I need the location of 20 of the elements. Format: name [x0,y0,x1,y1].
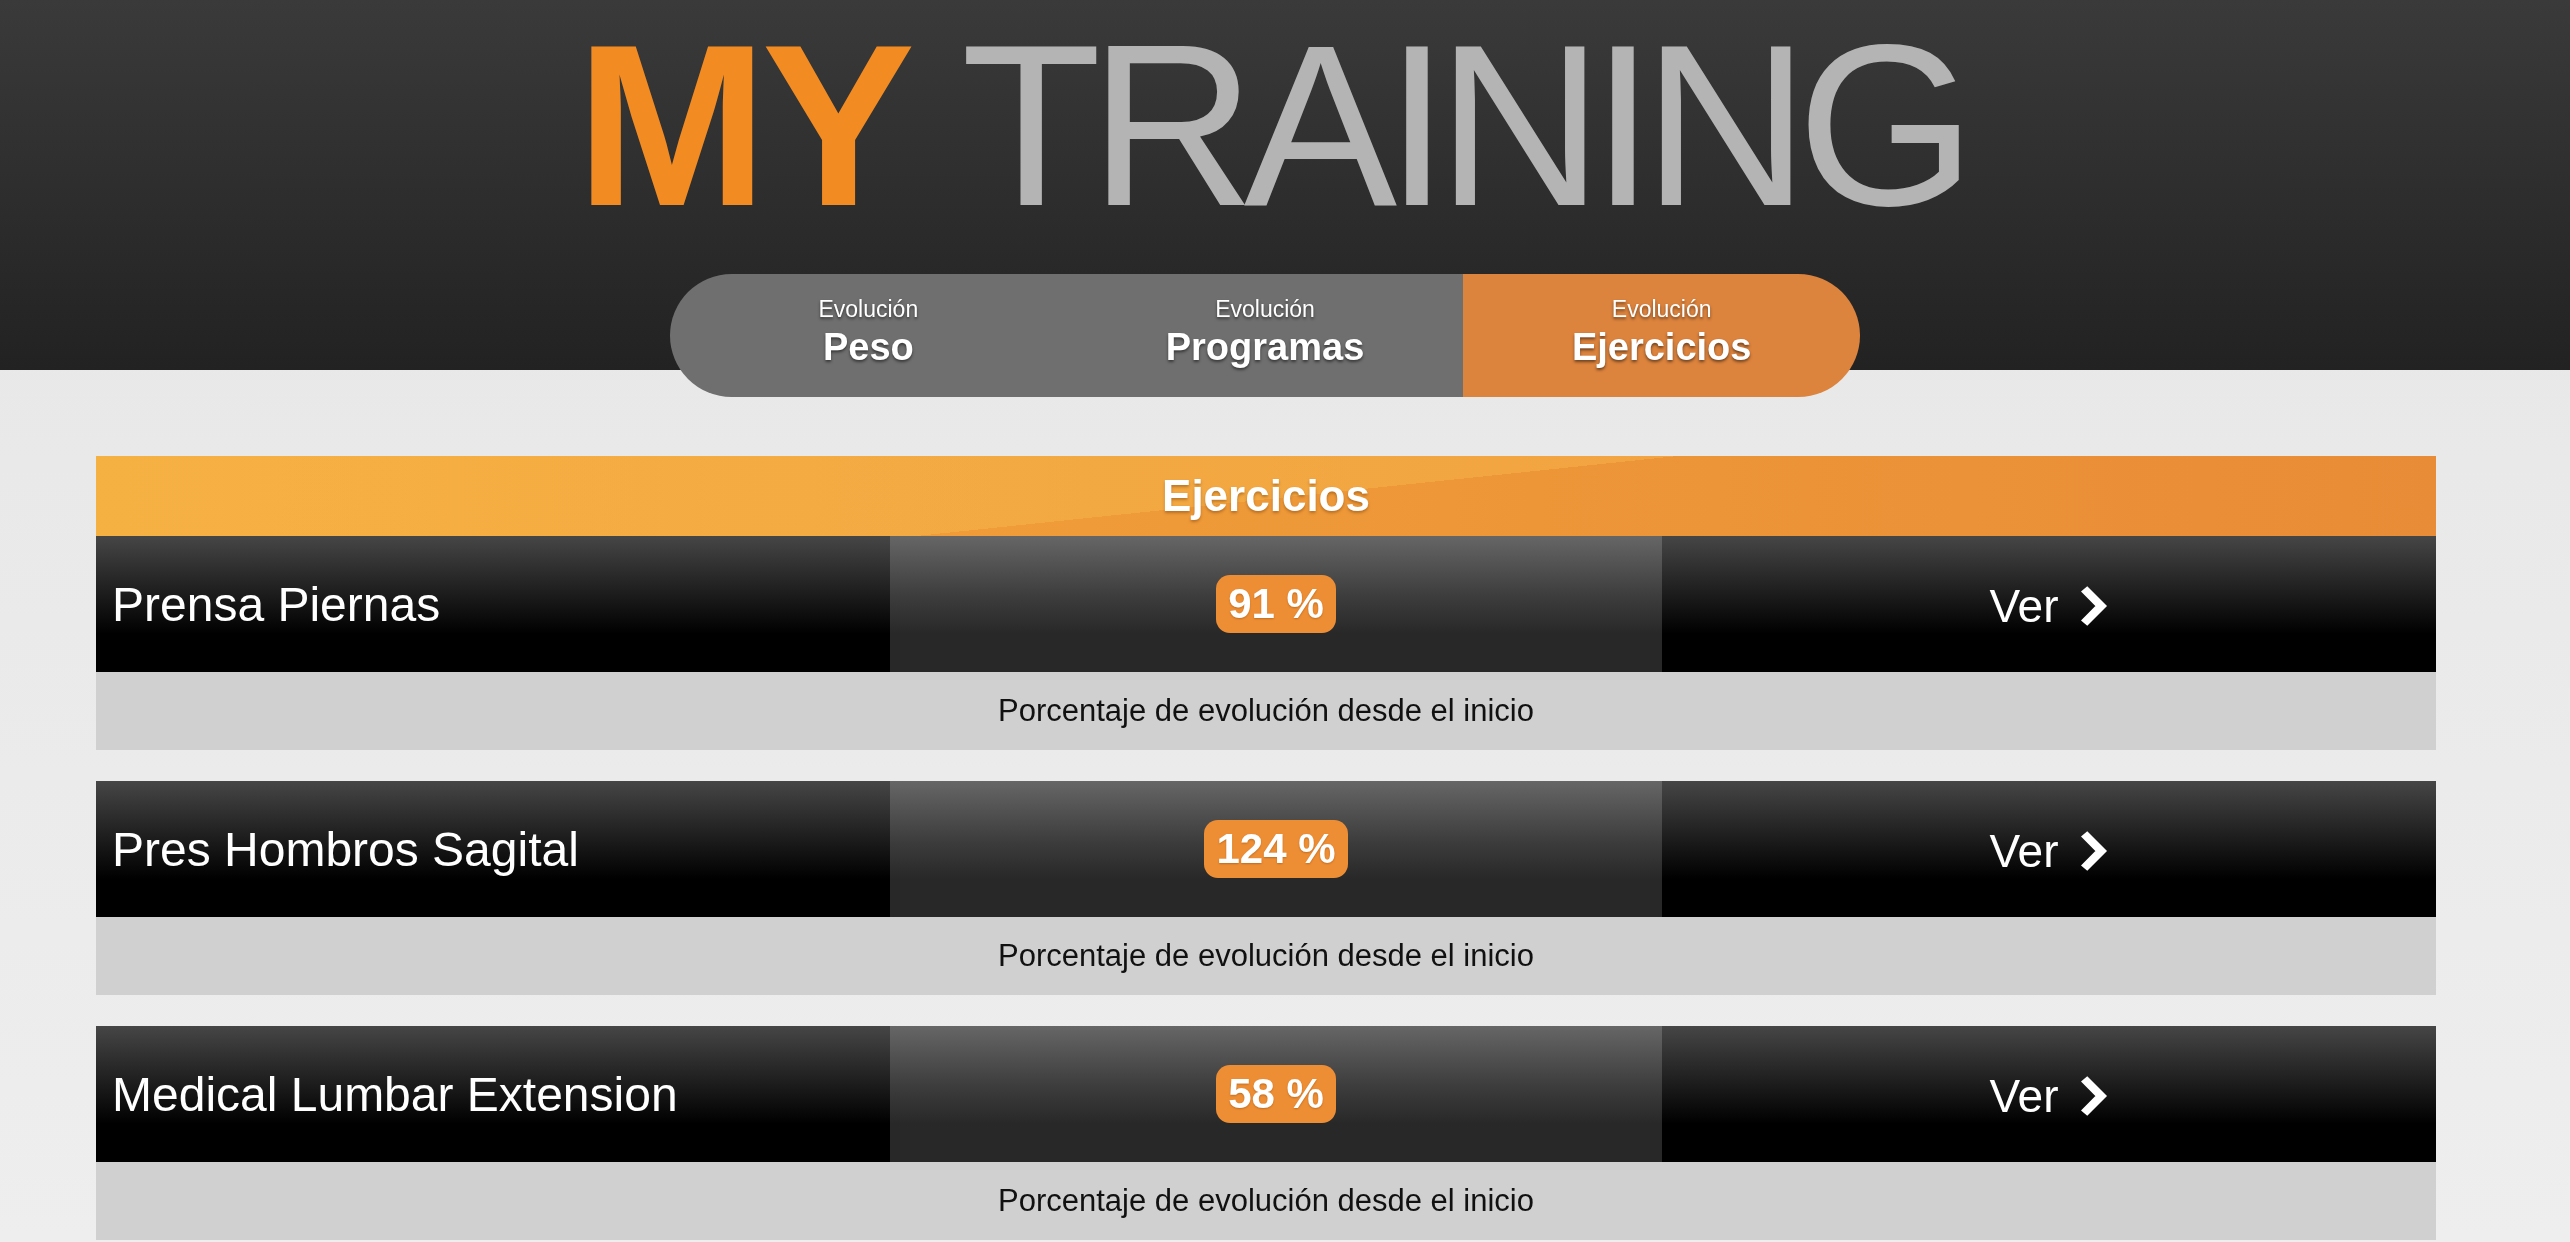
percent-badge: 58 % [1216,1065,1336,1123]
logo-accent-text: MY [576,11,910,241]
chevron-right-icon [2080,586,2109,626]
tab[interactable]: Evolución Programas [1066,274,1464,397]
evolution-note: Porcentaje de evolución desde el inicio [96,672,2436,750]
exercise-name: Pres Hombros Sagital [96,781,890,917]
view-link[interactable]: Ver [1989,575,2109,633]
view-link[interactable]: Ver [1989,820,2109,878]
chevron-right-icon [2080,1076,2109,1116]
percent-badge: 124 % [1204,820,1348,878]
view-link[interactable]: Ver [1989,1065,2109,1123]
evolution-note: Porcentaje de evolución desde el inicio [96,1162,2436,1240]
evolution-note: Porcentaje de evolución desde el inicio [96,917,2436,995]
section-header: Ejercicios [96,456,2436,536]
tab[interactable]: Evolución Peso [670,274,1067,397]
exercise-name: Medical Lumbar Extension [96,1026,890,1162]
exercise-name: Prensa Piernas [96,536,890,672]
percent-badge: 91 % [1216,575,1336,633]
logo-text: TRAINING [961,11,1964,241]
chevron-right-icon [2080,831,2109,871]
